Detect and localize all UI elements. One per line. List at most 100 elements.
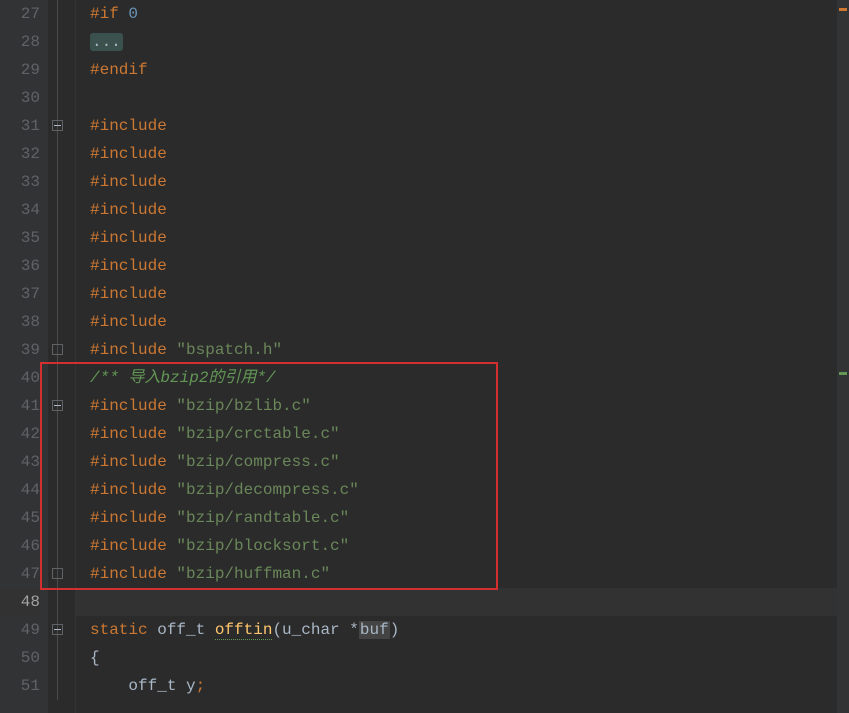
line-number: 43 bbox=[0, 448, 40, 476]
code-line[interactable]: #include bbox=[90, 252, 849, 280]
fold-collapse-icon[interactable] bbox=[52, 120, 63, 131]
line-number: 44 bbox=[0, 476, 40, 504]
token: /** 导入bzip2的引用*/ bbox=[90, 369, 276, 387]
line-number: 29 bbox=[0, 56, 40, 84]
token: buf bbox=[359, 621, 390, 639]
token: #include bbox=[90, 201, 176, 219]
fold-end-icon bbox=[52, 568, 63, 579]
line-number: 37 bbox=[0, 280, 40, 308]
token: "bzip/randtable.c" bbox=[176, 509, 349, 527]
code-line[interactable]: #include bbox=[90, 308, 849, 336]
token: #include bbox=[90, 313, 176, 331]
code-line[interactable]: #include bbox=[90, 196, 849, 224]
code-line[interactable]: #include bbox=[90, 280, 849, 308]
token: #include bbox=[90, 117, 176, 135]
line-number: 31 bbox=[0, 112, 40, 140]
line-number: 33 bbox=[0, 168, 40, 196]
line-number: 38 bbox=[0, 308, 40, 336]
token: #include bbox=[90, 257, 176, 275]
code-line[interactable]: #include "bspatch.h" bbox=[90, 336, 849, 364]
token: #include bbox=[90, 565, 176, 583]
token: #include bbox=[90, 453, 176, 471]
token: "bzip/huffman.c" bbox=[176, 565, 330, 583]
token: ( bbox=[272, 621, 282, 639]
line-number: 30 bbox=[0, 84, 40, 112]
token: 0 bbox=[128, 5, 138, 23]
fold-collapse-icon[interactable] bbox=[52, 624, 63, 635]
token: static bbox=[90, 621, 157, 639]
line-number: 40 bbox=[0, 364, 40, 392]
code-line[interactable]: #include bbox=[90, 168, 849, 196]
code-line[interactable]: #include "bzip/crctable.c" bbox=[90, 420, 849, 448]
code-line[interactable]: #include bbox=[90, 112, 849, 140]
token: * bbox=[349, 621, 359, 639]
line-number: 46 bbox=[0, 532, 40, 560]
token: #include bbox=[90, 509, 176, 527]
token: u_char bbox=[282, 621, 349, 639]
line-number: 34 bbox=[0, 196, 40, 224]
code-line[interactable]: /** 导入bzip2的引用*/ bbox=[90, 364, 849, 392]
token: "bzip/blocksort.c" bbox=[176, 537, 349, 555]
code-line[interactable] bbox=[90, 84, 849, 112]
token: "bzip/bzlib.c" bbox=[176, 397, 310, 415]
line-number: 36 bbox=[0, 252, 40, 280]
token: "bzip/compress.c" bbox=[176, 453, 339, 471]
token: #include bbox=[90, 537, 176, 555]
code-line[interactable]: ... bbox=[90, 28, 849, 56]
fold-column[interactable] bbox=[48, 0, 76, 713]
error-strip-mark[interactable] bbox=[839, 8, 847, 11]
code-line[interactable]: #include "bzip/blocksort.c" bbox=[90, 532, 849, 560]
fold-end-icon bbox=[52, 344, 63, 355]
token: { bbox=[90, 649, 100, 667]
code-line[interactable] bbox=[90, 588, 849, 616]
line-number: 45 bbox=[0, 504, 40, 532]
line-number: 39 bbox=[0, 336, 40, 364]
token: off_t bbox=[157, 621, 215, 639]
token: "bzip/crctable.c" bbox=[176, 425, 339, 443]
token: #include bbox=[90, 341, 176, 359]
line-number: 47 bbox=[0, 560, 40, 588]
line-number: 32 bbox=[0, 140, 40, 168]
code-editor[interactable]: 2728293031323334353637383940414243444546… bbox=[0, 0, 849, 713]
code-line[interactable]: { bbox=[90, 644, 849, 672]
token: #if bbox=[90, 5, 128, 23]
line-number: 42 bbox=[0, 420, 40, 448]
code-line[interactable]: #include "bzip/randtable.c" bbox=[90, 504, 849, 532]
code-line[interactable]: #include "bzip/decompress.c" bbox=[90, 476, 849, 504]
line-number: 51 bbox=[0, 672, 40, 700]
code-line[interactable]: #include "bzip/compress.c" bbox=[90, 448, 849, 476]
error-strip[interactable] bbox=[837, 0, 849, 713]
code-line[interactable]: #endif bbox=[90, 56, 849, 84]
code-area[interactable]: #if 0... #endif #include #include #include… bbox=[76, 0, 849, 713]
token: offtin bbox=[215, 621, 273, 640]
token: #include bbox=[90, 145, 176, 163]
code-line[interactable]: off_t y; bbox=[90, 672, 849, 700]
fold-collapse-icon[interactable] bbox=[52, 400, 63, 411]
code-line[interactable]: static off_t offtin(u_char *buf) bbox=[90, 616, 849, 644]
token: #include bbox=[90, 397, 176, 415]
token: ... bbox=[90, 33, 123, 51]
line-number: 28 bbox=[0, 28, 40, 56]
token: ) bbox=[390, 621, 400, 639]
token: #endif bbox=[90, 61, 148, 79]
line-number: 48 bbox=[0, 588, 40, 616]
code-line[interactable]: #include "bzip/huffman.c" bbox=[90, 560, 849, 588]
token: #include bbox=[90, 229, 176, 247]
token: #include bbox=[90, 173, 176, 191]
token: #include bbox=[90, 481, 176, 499]
token: ; bbox=[196, 677, 206, 695]
token: "bzip/decompress.c" bbox=[176, 481, 358, 499]
code-line[interactable]: #include bbox=[90, 224, 849, 252]
line-number-gutter: 2728293031323334353637383940414243444546… bbox=[0, 0, 48, 713]
code-line[interactable]: #include "bzip/bzlib.c" bbox=[90, 392, 849, 420]
line-number: 27 bbox=[0, 0, 40, 28]
code-line[interactable]: #if 0 bbox=[90, 0, 849, 28]
line-number: 41 bbox=[0, 392, 40, 420]
token: #include bbox=[90, 285, 176, 303]
code-line[interactable]: #include bbox=[90, 140, 849, 168]
token: y bbox=[186, 677, 196, 695]
error-strip-mark[interactable] bbox=[839, 372, 847, 375]
line-number: 49 bbox=[0, 616, 40, 644]
token: "bspatch.h" bbox=[176, 341, 282, 359]
token: off_t bbox=[128, 677, 186, 695]
